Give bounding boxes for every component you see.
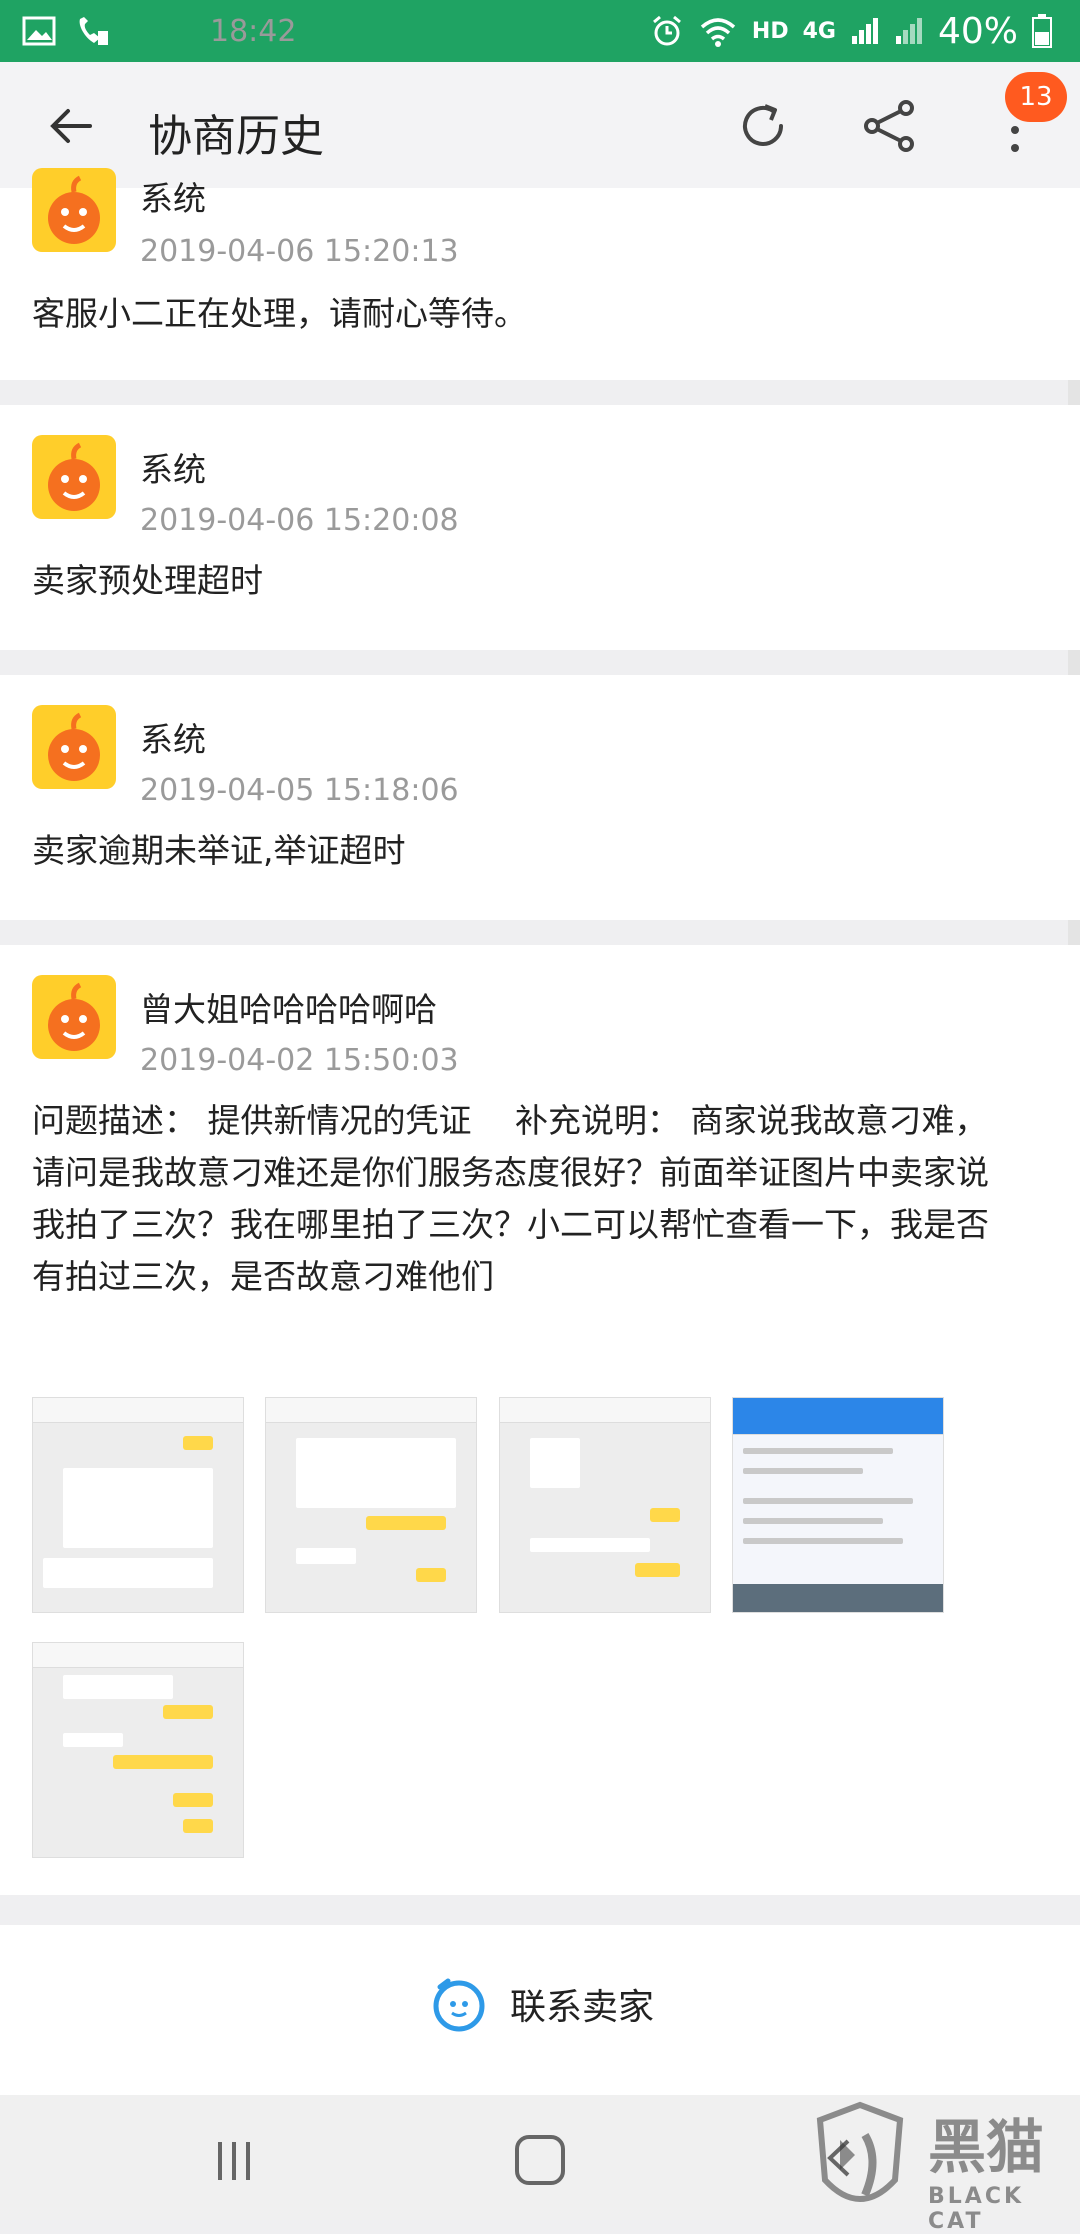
evidence-thumbnail[interactable] (732, 1397, 944, 1613)
hd-indicator: HD (751, 18, 789, 44)
chat-bot-icon (433, 1978, 485, 2032)
sender-name: 系统 (140, 179, 206, 218)
mascot-icon (48, 982, 100, 1051)
status-time: 18:42 (210, 13, 297, 49)
bottom-action-bar: 联系卖家 (0, 1925, 1080, 2095)
alarm-icon (652, 15, 681, 46)
sender-name: 系统 (140, 450, 206, 489)
contact-seller-button[interactable]: 联系卖家 (430, 1975, 654, 2033)
evidence-thumbnail[interactable] (32, 1642, 244, 1858)
watermark-cn: 黑猫 (928, 2113, 1045, 2181)
black-cat-logo-icon (816, 2101, 904, 2202)
record-time: 2019-04-06 15:20:08 (140, 503, 459, 538)
avatar (32, 435, 116, 519)
gallery-icon (22, 16, 56, 46)
back-arrow-icon[interactable] (46, 100, 98, 152)
watermark: 黑猫 BLACK CAT (810, 2100, 1080, 2234)
wifi-icon (700, 18, 736, 47)
battery-percent: 40% (937, 10, 1018, 52)
message-line: 我拍了三次？我在哪里拍了三次？小二可以帮忙查看一下，我是否 (32, 1205, 989, 1244)
mascot-icon (48, 442, 100, 511)
record-message: 问题描述： 提供新情况的凭证 补充说明： 商家说我故意刁难， 请问是我故意刁难还… (32, 1095, 1052, 1303)
recent-apps-icon[interactable] (214, 2140, 254, 2182)
refresh-icon[interactable] (735, 98, 791, 154)
message-line: 请问是我故意刁难还是你们服务态度很好？前面举证图片中卖家说 (32, 1153, 989, 1192)
sender-name: 系统 (140, 720, 206, 759)
evidence-thumbnail[interactable] (265, 1397, 477, 1613)
notification-badge: 13 (1005, 72, 1067, 122)
evidence-thumbnail[interactable] (32, 1397, 244, 1613)
home-icon[interactable] (515, 2135, 565, 2185)
record-time: 2019-04-05 15:18:06 (140, 773, 459, 808)
history-record: 系统 2019-04-06 15:20:13 客服小二正在处理，请耐心等待。 (0, 168, 1080, 380)
watermark-en: BLACK CAT (928, 2184, 1025, 2234)
battery-icon (1032, 14, 1052, 48)
app-header: 协商历史 (0, 62, 1080, 188)
record-message: 卖家逾期未举证,举证超时 (32, 831, 406, 870)
avatar (32, 975, 116, 1059)
avatar (32, 705, 116, 789)
history-record: 曾大姐哈哈哈哈啊哈 2019-04-02 15:50:03 问题描述： 提供新情… (0, 945, 1080, 1895)
signal-2-icon (895, 18, 922, 44)
mascot-icon (48, 175, 100, 244)
signal-icon (851, 18, 878, 44)
message-line: 问题描述： 提供新情况的凭证 补充说明： 商家说我故意刁难， (32, 1101, 988, 1140)
evidence-thumbnail[interactable] (499, 1397, 711, 1613)
page-title: 协商历史 (148, 111, 324, 162)
history-record: 系统 2019-04-05 15:18:06 卖家逾期未举证,举证超时 (0, 675, 1080, 920)
status-bar: 18:42 HD 4G 40% (0, 0, 1080, 62)
avatar (32, 168, 116, 252)
history-record: 系统 2019-04-06 15:20:08 卖家预处理超时 (0, 405, 1080, 650)
mascot-icon (48, 712, 100, 781)
network-4g: 4G (802, 18, 836, 44)
message-line: 有拍过三次，是否故意刁难他们 (32, 1257, 494, 1296)
record-message: 客服小二正在处理，请耐心等待。 (32, 294, 527, 333)
share-icon[interactable] (862, 98, 918, 154)
sender-name: 曾大姐哈哈哈哈啊哈 (140, 990, 437, 1029)
wifi-call-icon (79, 17, 108, 45)
record-time: 2019-04-06 15:20:13 (140, 234, 459, 269)
record-time: 2019-04-02 15:50:03 (140, 1043, 459, 1078)
record-message: 卖家预处理超时 (32, 561, 263, 600)
contact-seller-label: 联系卖家 (510, 1987, 655, 2028)
